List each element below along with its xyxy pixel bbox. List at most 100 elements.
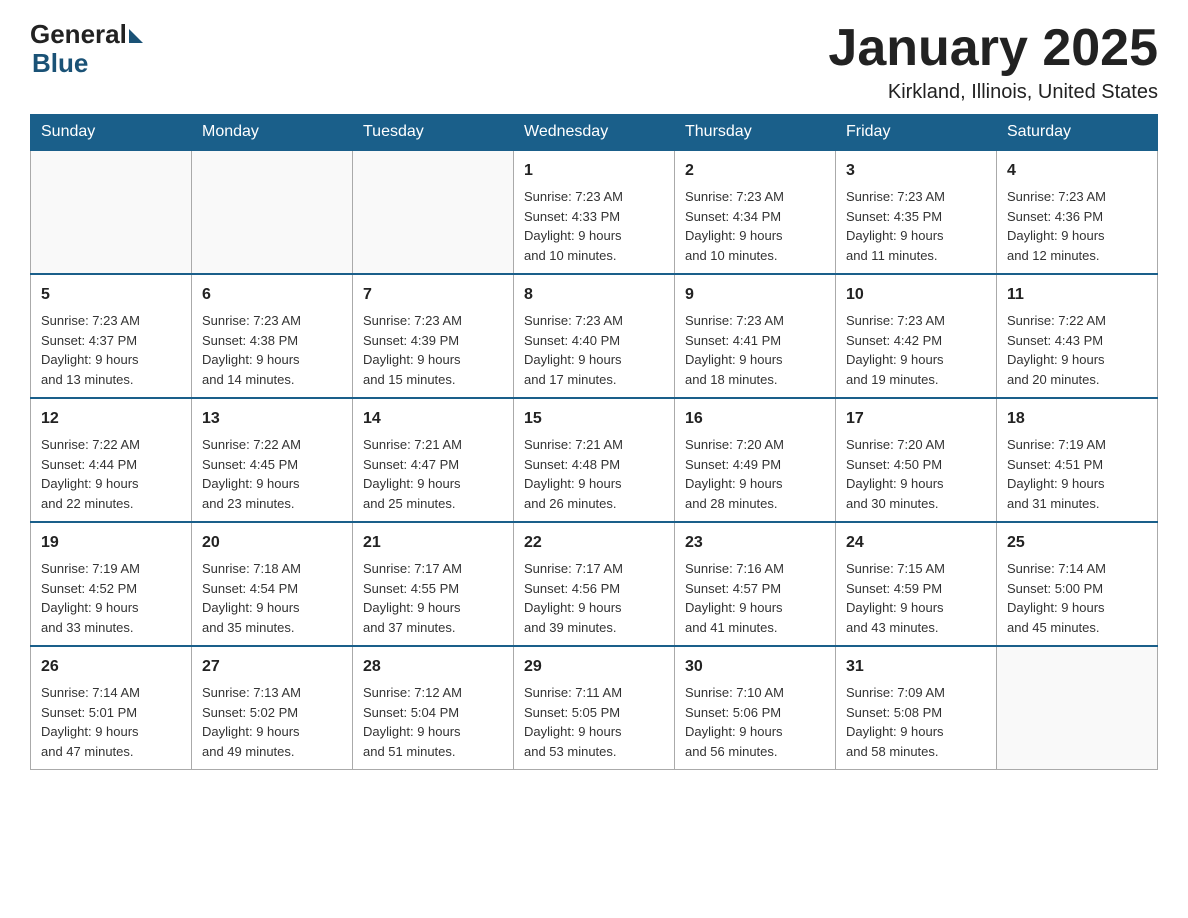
day-of-week-header: Monday (192, 115, 353, 151)
day-info: Sunrise: 7:23 AMSunset: 4:41 PMDaylight:… (685, 311, 825, 389)
calendar-day-cell (353, 150, 514, 274)
calendar-day-cell (192, 150, 353, 274)
day-number: 31 (846, 655, 986, 679)
calendar-day-cell: 8 Sunrise: 7:23 AMSunset: 4:40 PMDaylight… (514, 274, 675, 398)
calendar-day-cell: 10 Sunrise: 7:23 AMSunset: 4:42 PMDayligh… (836, 274, 997, 398)
day-number: 19 (41, 531, 181, 555)
calendar-week-row: 12 Sunrise: 7:22 AMSunset: 4:44 PMDayligh… (31, 398, 1158, 522)
day-info: Sunrise: 7:23 AMSunset: 4:33 PMDaylight:… (524, 187, 664, 265)
calendar-day-cell: 20Sunrise: 7:18 AMSunset: 4:54 PMDayligh… (192, 522, 353, 646)
calendar-body: 1 Sunrise: 7:23 AMSunset: 4:33 PMDaylight… (31, 150, 1158, 770)
day-number: 29 (524, 655, 664, 679)
day-number: 20 (202, 531, 342, 555)
calendar-day-cell: 7Sunrise: 7:23 AMSunset: 4:39 PMDaylight… (353, 274, 514, 398)
day-of-week-header: Saturday (997, 115, 1158, 151)
calendar-day-cell: 14Sunrise: 7:21 AMSunset: 4:47 PMDayligh… (353, 398, 514, 522)
calendar-day-cell: 1 Sunrise: 7:23 AMSunset: 4:33 PMDaylight… (514, 150, 675, 274)
calendar-day-cell: 21Sunrise: 7:17 AMSunset: 4:55 PMDayligh… (353, 522, 514, 646)
day-of-week-header: Sunday (31, 115, 192, 151)
calendar-day-cell: 11Sunrise: 7:22 AMSunset: 4:43 PMDayligh… (997, 274, 1158, 398)
day-number: 21 (363, 531, 503, 555)
calendar-week-row: 19 Sunrise: 7:19 AMSunset: 4:52 PMDayligh… (31, 522, 1158, 646)
day-info: Sunrise: 7:20 AMSunset: 4:49 PMDaylight:… (685, 435, 825, 513)
day-number: 17 (846, 407, 986, 431)
day-number: 2 (685, 159, 825, 183)
calendar-day-cell: 4 Sunrise: 7:23 AMSunset: 4:36 PMDaylight… (997, 150, 1158, 274)
day-info: Sunrise: 7:15 AMSunset: 4:59 PMDaylight:… (846, 559, 986, 637)
calendar-week-row: 5Sunrise: 7:23 AMSunset: 4:37 PMDaylight… (31, 274, 1158, 398)
day-number: 25 (1007, 531, 1147, 555)
day-number: 15 (524, 407, 664, 431)
days-of-week-row: SundayMondayTuesdayWednesdayThursdayFrid… (31, 115, 1158, 151)
day-number: 28 (363, 655, 503, 679)
day-info: Sunrise: 7:19 AMSunset: 4:52 PMDaylight:… (41, 559, 181, 637)
day-info: Sunrise: 7:23 AMSunset: 4:34 PMDaylight:… (685, 187, 825, 265)
day-of-week-header: Wednesday (514, 115, 675, 151)
day-number: 13 (202, 407, 342, 431)
day-number: 12 (41, 407, 181, 431)
calendar-day-cell: 25 Sunrise: 7:14 AMSunset: 5:00 PMDayligh… (997, 522, 1158, 646)
day-info: Sunrise: 7:23 AMSunset: 4:39 PMDaylight:… (363, 311, 503, 389)
day-of-week-header: Thursday (675, 115, 836, 151)
day-number: 26 (41, 655, 181, 679)
day-info: Sunrise: 7:09 AMSunset: 5:08 PMDaylight:… (846, 683, 986, 761)
day-number: 5 (41, 283, 181, 307)
day-info: Sunrise: 7:22 AMSunset: 4:45 PMDaylight:… (202, 435, 342, 513)
day-info: Sunrise: 7:14 AMSunset: 5:00 PMDaylight:… (1007, 559, 1147, 637)
calendar-day-cell: 28 Sunrise: 7:12 AMSunset: 5:04 PMDayligh… (353, 646, 514, 770)
day-info: Sunrise: 7:20 AMSunset: 4:50 PMDaylight:… (846, 435, 986, 513)
day-info: Sunrise: 7:16 AMSunset: 4:57 PMDaylight:… (685, 559, 825, 637)
calendar-day-cell: 13 Sunrise: 7:22 AMSunset: 4:45 PMDayligh… (192, 398, 353, 522)
calendar-day-cell: 29Sunrise: 7:11 AMSunset: 5:05 PMDayligh… (514, 646, 675, 770)
calendar-day-cell: 22 Sunrise: 7:17 AMSunset: 4:56 PMDayligh… (514, 522, 675, 646)
calendar-table: SundayMondayTuesdayWednesdayThursdayFrid… (30, 114, 1158, 770)
calendar-week-row: 26 Sunrise: 7:14 AMSunset: 5:01 PMDayligh… (31, 646, 1158, 770)
logo-general-text: General (30, 20, 127, 49)
day-info: Sunrise: 7:12 AMSunset: 5:04 PMDaylight:… (363, 683, 503, 761)
title-block: January 2025 Kirkland, Illinois, United … (828, 20, 1158, 104)
day-number: 11 (1007, 283, 1147, 307)
day-number: 4 (1007, 159, 1147, 183)
calendar-day-cell: 6Sunrise: 7:23 AMSunset: 4:38 PMDaylight… (192, 274, 353, 398)
day-of-week-header: Tuesday (353, 115, 514, 151)
calendar-day-cell: 5Sunrise: 7:23 AMSunset: 4:37 PMDaylight… (31, 274, 192, 398)
calendar-day-cell: 26 Sunrise: 7:14 AMSunset: 5:01 PMDayligh… (31, 646, 192, 770)
day-info: Sunrise: 7:21 AMSunset: 4:48 PMDaylight:… (524, 435, 664, 513)
day-number: 9 (685, 283, 825, 307)
day-info: Sunrise: 7:23 AMSunset: 4:36 PMDaylight:… (1007, 187, 1147, 265)
day-of-week-header: Friday (836, 115, 997, 151)
day-number: 1 (524, 159, 664, 183)
day-info: Sunrise: 7:23 AMSunset: 4:35 PMDaylight:… (846, 187, 986, 265)
day-info: Sunrise: 7:13 AMSunset: 5:02 PMDaylight:… (202, 683, 342, 761)
calendar-day-cell (31, 150, 192, 274)
day-number: 24 (846, 531, 986, 555)
logo-triangle-icon (129, 29, 143, 43)
day-number: 16 (685, 407, 825, 431)
calendar-day-cell: 2 Sunrise: 7:23 AMSunset: 4:34 PMDaylight… (675, 150, 836, 274)
day-info: Sunrise: 7:10 AMSunset: 5:06 PMDaylight:… (685, 683, 825, 761)
day-number: 8 (524, 283, 664, 307)
day-info: Sunrise: 7:14 AMSunset: 5:01 PMDaylight:… (41, 683, 181, 761)
calendar-day-cell: 30 Sunrise: 7:10 AMSunset: 5:06 PMDayligh… (675, 646, 836, 770)
calendar-subtitle: Kirkland, Illinois, United States (828, 81, 1158, 104)
calendar-day-cell: 18Sunrise: 7:19 AMSunset: 4:51 PMDayligh… (997, 398, 1158, 522)
day-number: 27 (202, 655, 342, 679)
day-number: 23 (685, 531, 825, 555)
day-number: 14 (363, 407, 503, 431)
logo-blue-text: Blue (32, 49, 88, 78)
day-info: Sunrise: 7:23 AMSunset: 4:40 PMDaylight:… (524, 311, 664, 389)
page-header: General Blue January 2025 Kirkland, Illi… (30, 20, 1158, 104)
calendar-day-cell: 15 Sunrise: 7:21 AMSunset: 4:48 PMDayligh… (514, 398, 675, 522)
calendar-day-cell: 9 Sunrise: 7:23 AMSunset: 4:41 PMDaylight… (675, 274, 836, 398)
day-number: 10 (846, 283, 986, 307)
day-info: Sunrise: 7:22 AMSunset: 4:44 PMDaylight:… (41, 435, 181, 513)
day-number: 22 (524, 531, 664, 555)
calendar-day-cell: 3 Sunrise: 7:23 AMSunset: 4:35 PMDaylight… (836, 150, 997, 274)
day-info: Sunrise: 7:23 AMSunset: 4:42 PMDaylight:… (846, 311, 986, 389)
calendar-day-cell: 16 Sunrise: 7:20 AMSunset: 4:49 PMDayligh… (675, 398, 836, 522)
calendar-day-cell: 24 Sunrise: 7:15 AMSunset: 4:59 PMDayligh… (836, 522, 997, 646)
day-number: 3 (846, 159, 986, 183)
calendar-day-cell: 27 Sunrise: 7:13 AMSunset: 5:02 PMDayligh… (192, 646, 353, 770)
day-number: 30 (685, 655, 825, 679)
day-info: Sunrise: 7:17 AMSunset: 4:56 PMDaylight:… (524, 559, 664, 637)
